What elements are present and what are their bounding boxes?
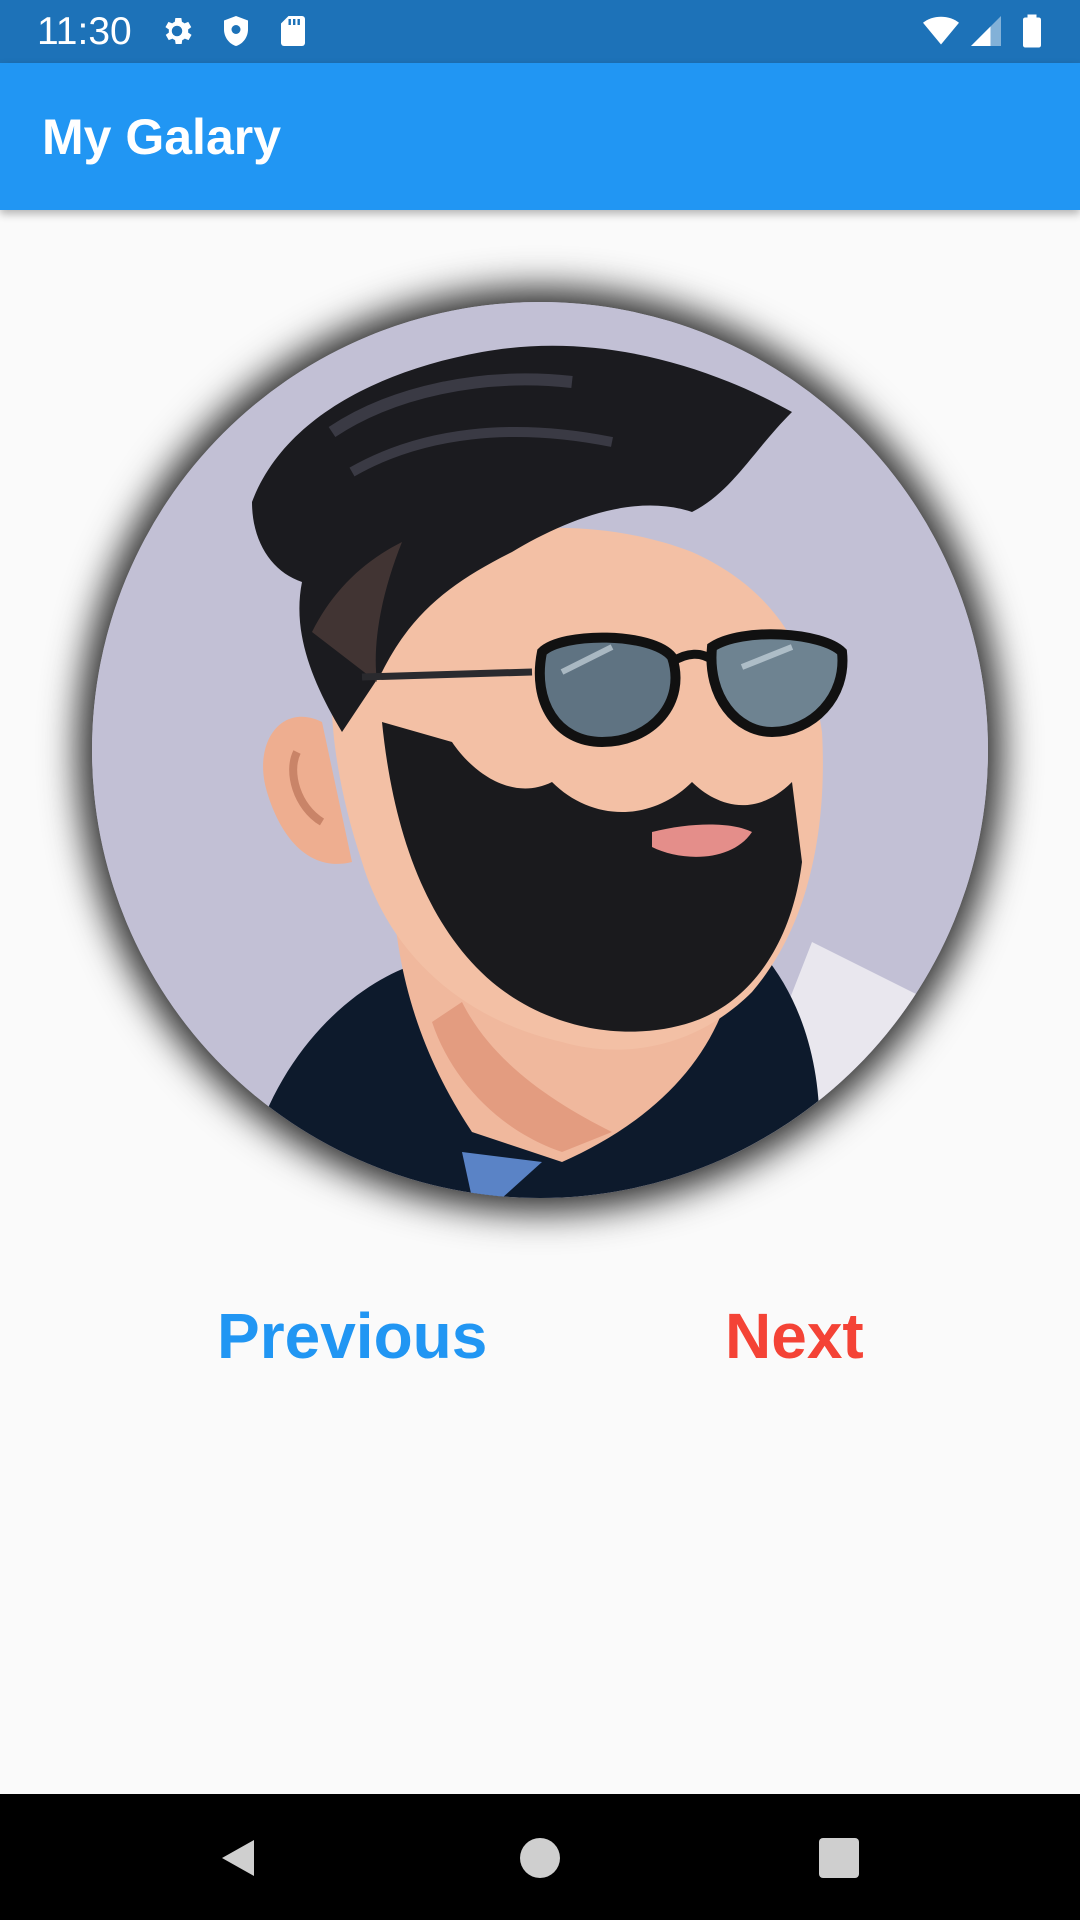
next-button[interactable]: Next (725, 1296, 864, 1376)
home-icon[interactable] (516, 1834, 564, 1882)
battery-icon (1014, 13, 1050, 49)
previous-button[interactable]: Previous (217, 1296, 487, 1376)
app-title: My Galary (42, 109, 282, 165)
signal-icon (968, 13, 1004, 49)
wifi-icon (920, 13, 962, 49)
status-time: 11:30 (37, 10, 132, 53)
shield-icon (218, 13, 254, 49)
recents-icon[interactable] (815, 1834, 863, 1882)
system-navigation-bar (0, 1794, 1080, 1920)
settings-icon (159, 13, 195, 49)
sd-card-icon (275, 13, 311, 49)
gallery-image[interactable] (92, 302, 988, 1198)
app-bar: My Galary (0, 63, 1080, 210)
status-bar: 11:30 (0, 0, 1080, 63)
back-icon[interactable] (214, 1834, 262, 1882)
